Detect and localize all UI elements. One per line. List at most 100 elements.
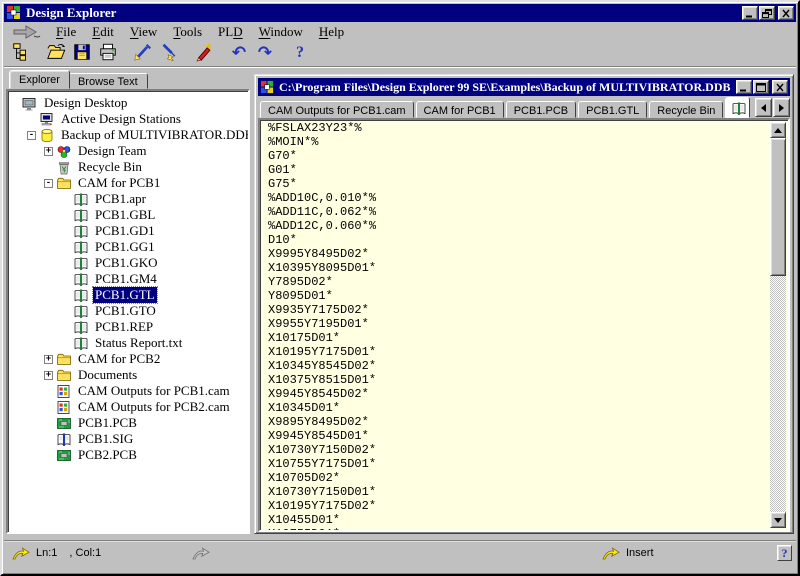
textdoc-icon <box>73 304 89 319</box>
status-inactive-arrow-icon <box>192 547 210 560</box>
status-help-button[interactable]: ? <box>777 545 792 561</box>
tree-item-status-report-txt[interactable]: Status Report.txt <box>8 335 248 351</box>
spell-pen-button[interactable] <box>191 41 217 65</box>
tree-item-label: Status Report.txt <box>93 335 184 351</box>
tree-item-documents[interactable]: +Documents <box>8 367 248 383</box>
tree-item-pcb2-pcb[interactable]: PCB2.PCB <box>8 447 248 463</box>
tree-item-pcb1-gd1[interactable]: PCB1.GD1 <box>8 223 248 239</box>
print-document-button[interactable] <box>95 41 121 65</box>
tree-item-pcb1-apr[interactable]: PCB1.apr <box>8 191 248 207</box>
tree-item-backup-of-multivibrator-ddb[interactable]: - Backup of MULTIVIBRATOR.DDB <box>8 127 248 143</box>
tree-item-pcb1-gbl[interactable]: PCB1.GBL <box>8 207 248 223</box>
gerber-text[interactable]: %FSLAX23Y23*% %MOIN*% G70* G01* G75* %AD… <box>260 120 788 532</box>
textdoc-icon <box>73 336 89 351</box>
status-line: Ln:1 <box>36 547 57 559</box>
tree-item-pcb1-gko[interactable]: PCB1.GKO <box>8 255 248 271</box>
tab-scroll-right-button[interactable] <box>773 98 790 117</box>
save-document-button[interactable] <box>69 41 95 65</box>
tree-item-pcb1-gto[interactable]: PCB1.GTO <box>8 303 248 319</box>
save-document-icon <box>72 42 92 65</box>
textdoc-icon <box>73 272 89 287</box>
menu-tools[interactable]: Tools <box>165 23 210 41</box>
toolbar: ↶↷? <box>4 41 796 65</box>
print-document-icon <box>98 42 118 65</box>
expand-icon[interactable]: + <box>44 371 53 380</box>
toolbar-group <box>191 41 217 65</box>
insert-mode-label: Insert <box>626 547 654 559</box>
help-button[interactable]: ? <box>287 41 313 65</box>
redo-button[interactable]: ↷ <box>252 41 278 65</box>
doc-tab-cam-outputs-pcb1[interactable]: CAM Outputs for PCB1.cam <box>260 101 414 118</box>
insert-mode-icon <box>602 547 620 560</box>
tree-item-active-design-stations[interactable]: Active Design Stations <box>8 111 248 127</box>
doc-close-button[interactable] <box>772 80 788 94</box>
tab-explorer[interactable]: Explorer <box>9 70 70 89</box>
textdoc-icon <box>73 208 89 223</box>
tree-item-label: Backup of MULTIVIBRATOR.DDB <box>59 127 250 143</box>
tree-item-pcb1-pcb[interactable]: PCB1.PCB <box>8 415 248 431</box>
explorer-panel-toggle-button[interactable] <box>8 41 34 65</box>
tree-item-pcb1-gg1[interactable]: PCB1.GG1 <box>8 239 248 255</box>
doc-maximize-button[interactable] <box>753 80 769 94</box>
tree-item-pcb1-sig[interactable]: PCB1.SIG <box>8 431 248 447</box>
tree-item-cam-outputs-for-pcb1-cam[interactable]: CAM Outputs for PCB1.cam <box>8 383 248 399</box>
tree-item-label: PCB1.GD1 <box>93 223 157 239</box>
menu-edit[interactable]: Edit <box>84 23 122 41</box>
left-arrow-icon <box>761 104 766 112</box>
document-title: C:\Program Files\Design Explorer 99 SE\E… <box>279 80 735 95</box>
explorer-panel: Explorer Browse Text Design DesktopActiv… <box>6 70 250 534</box>
doc-tab-pcb1-pcb[interactable]: PCB1.PCB <box>506 101 576 118</box>
collapse-icon[interactable]: - <box>44 179 53 188</box>
scroll-up-button[interactable] <box>770 122 786 138</box>
menu-label: PL <box>218 24 233 39</box>
cursor-position-icon <box>12 547 30 560</box>
status-bar: Ln:1 , Col:1 Insert ? <box>4 542 796 564</box>
collapse-icon[interactable]: - <box>27 131 36 140</box>
tree-item-pcb1-gm4[interactable]: PCB1.GM4 <box>8 271 248 287</box>
menu-window[interactable]: Window <box>251 23 311 41</box>
expand-icon[interactable]: + <box>44 355 53 364</box>
undo-button[interactable]: ↶ <box>226 41 252 65</box>
menu-pld[interactable]: PLD <box>210 23 251 41</box>
tree-item-recycle-bin[interactable]: Recycle Bin <box>8 159 248 175</box>
menu-help[interactable]: Help <box>311 23 352 41</box>
tab-browse-text[interactable]: Browse Text <box>68 73 148 89</box>
tree-item-pcb1-gtl[interactable]: PCB1.GTL <box>8 287 248 303</box>
tree-item-cam-for-pcb1[interactable]: -CAM for PCB1 <box>8 175 248 191</box>
restore-button[interactable] <box>759 6 775 20</box>
doc-minimize-button[interactable] <box>736 80 752 94</box>
open-document-icon <box>46 42 66 65</box>
tree-item-pcb1-rep[interactable]: PCB1.REP <box>8 319 248 335</box>
doc-tab-recycle-bin[interactable]: Recycle Bin <box>649 101 723 118</box>
menu-label: ile <box>63 24 76 39</box>
doc-tab-cam-for-pcb1[interactable]: CAM for PCB1 <box>416 101 504 118</box>
pick-tool-button[interactable] <box>156 41 182 65</box>
doc-tab-pcb1-gtl[interactable]: PCB1.GTL <box>578 101 647 118</box>
folder-icon <box>56 176 72 191</box>
menu-file[interactable]: File <box>48 23 84 41</box>
open-document-button[interactable] <box>43 41 69 65</box>
menu-view[interactable]: View <box>122 23 165 41</box>
menu-label: iew <box>139 24 158 39</box>
close-button[interactable] <box>778 6 794 20</box>
scrollbar-thumb[interactable] <box>770 138 786 276</box>
tree-item-cam-for-pcb2[interactable]: +CAM for PCB2 <box>8 351 248 367</box>
document-content: %FSLAX23Y23*% %MOIN*% G70* G01* G75* %AD… <box>258 118 790 532</box>
tree-item-design-desktop[interactable]: Design Desktop <box>8 95 248 111</box>
tree-item-cam-outputs-for-pcb2-cam[interactable]: CAM Outputs for PCB2.cam <box>8 399 248 415</box>
cross-probe-tool-button[interactable] <box>130 41 156 65</box>
expand-icon[interactable]: + <box>44 147 53 156</box>
tree-item-label: PCB1.GKO <box>93 255 160 271</box>
textdoc-icon <box>73 288 89 303</box>
tree-item-label: Active Design Stations <box>59 111 183 127</box>
toolbar-group <box>130 41 182 65</box>
scroll-down-button[interactable] <box>770 512 786 528</box>
minimize-button[interactable] <box>742 6 758 20</box>
textdoc-icon <box>73 240 89 255</box>
vertical-scrollbar[interactable] <box>770 122 786 528</box>
tab-scroll-left-button[interactable] <box>755 98 772 117</box>
doc-tab-active-pcb1-gtl[interactable]: PCB1.GTL <box>725 97 750 118</box>
tree-item-label: PCB1.SIG <box>76 431 135 447</box>
menu-grab-arrow-icon[interactable] <box>12 24 42 40</box>
tree-item-design-team[interactable]: +Design Team <box>8 143 248 159</box>
